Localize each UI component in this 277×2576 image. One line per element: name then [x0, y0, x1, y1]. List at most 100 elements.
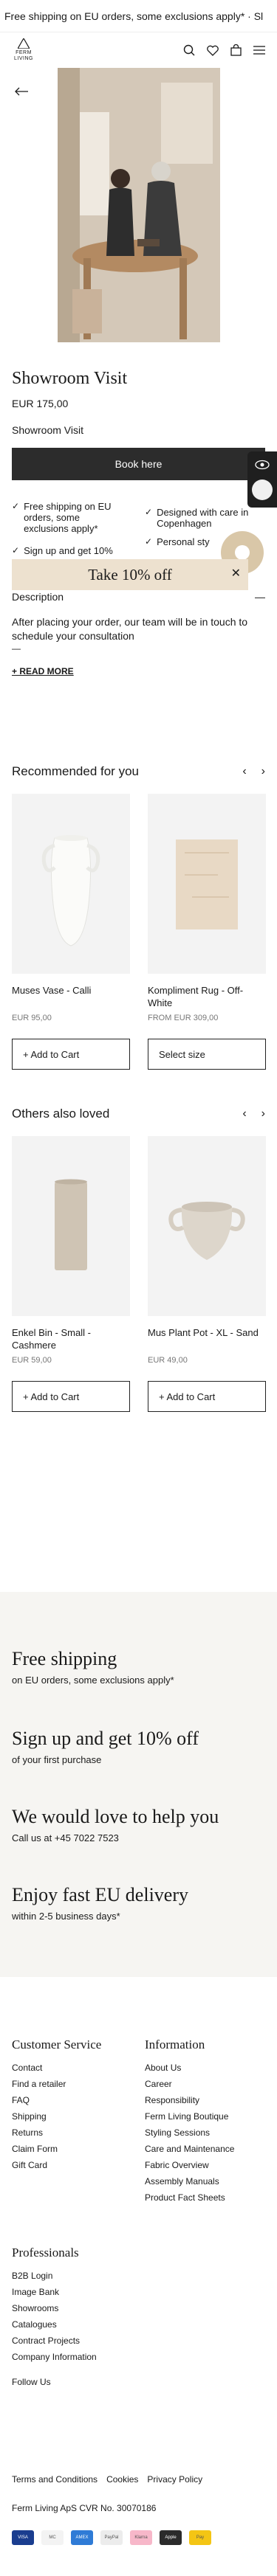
terms-link[interactable]: Terms and Conditions — [12, 2474, 98, 2485]
check-icon: ✓ — [145, 507, 153, 517]
footer-link[interactable]: Showrooms — [12, 2300, 97, 2316]
benefit-item: Sign up and get 10% off of your first pu… — [12, 1728, 199, 1765]
footer-link[interactable]: Catalogues — [12, 2316, 97, 2333]
product-card-price: EUR 95,00 — [12, 1014, 52, 1022]
product-card-price: FROM EUR 309,00 — [148, 1014, 219, 1022]
product-card-name[interactable]: Kompliment Rug - Off-White — [148, 984, 266, 1009]
product-card-price: EUR 59,00 — [12, 1356, 52, 1365]
recommended-section: Recommended for you ‹ › Muses Vase - Cal… — [0, 764, 277, 1070]
product-card[interactable]: Mus Plant Pot - XL - Sand EUR 49,00 + Ad… — [148, 1136, 266, 1412]
next-arrow-icon[interactable]: › — [261, 1107, 265, 1121]
product-card-price: EUR 49,00 — [148, 1356, 188, 1365]
product-variant: Showroom Visit — [12, 424, 84, 436]
product-card[interactable]: Muses Vase - Calli EUR 95,00 + Add to Ca… — [12, 794, 130, 1070]
footer-link[interactable]: Image Bank — [12, 2284, 97, 2300]
book-button[interactable]: Book here — [12, 448, 265, 480]
product-card-image[interactable] — [148, 794, 266, 974]
benefit-title: Free shipping — [12, 1648, 117, 1669]
product-card[interactable]: Enkel Bin - Small - Cashmere EUR 59,00 +… — [12, 1136, 130, 1412]
announcement-bar: Free shipping on EU orders, some exclusi… — [0, 0, 277, 32]
product-image[interactable] — [57, 68, 220, 342]
footer-link[interactable]: B2B Login — [12, 2268, 97, 2284]
site-header: FERM LIVING — [0, 32, 277, 68]
pay-icon: Pay — [189, 2530, 211, 2545]
footer-link[interactable]: Contact — [12, 2060, 101, 2076]
footer-link[interactable]: Product Fact Sheets — [145, 2189, 234, 2206]
footer-professionals: Professionals B2B Login Image Bank Showr… — [12, 2246, 97, 2390]
prev-arrow-icon[interactable]: ‹ — [242, 1107, 246, 1121]
benefit-text[interactable]: Call us at +45 7022 7523 — [12, 1832, 219, 1843]
benefit-item: Free shipping on EU orders, some exclusi… — [12, 1648, 174, 1686]
footer-link[interactable]: Fabric Overview — [145, 2157, 234, 2173]
minus-icon[interactable]: — — [255, 591, 265, 603]
trust-seal-icon — [252, 479, 273, 500]
benefit-text: within 2-5 business days* — [12, 1911, 120, 1922]
menu-icon[interactable] — [253, 46, 265, 55]
feature-item: ✓ Free shipping on EU orders, some exclu… — [12, 501, 123, 534]
product-card-name[interactable]: Mus Plant Pot - XL - Sand — [148, 1326, 266, 1351]
section-title: Recommended for you — [12, 764, 139, 778]
search-icon[interactable] — [183, 44, 195, 56]
rug-image — [176, 839, 238, 929]
product-card-name[interactable]: Enkel Bin - Small - Cashmere — [12, 1326, 130, 1351]
description-label: Description — [12, 591, 64, 603]
footer-customer-service: Customer Service Contact Find a retailer… — [12, 2037, 101, 2173]
product-card[interactable]: Kompliment Rug - Off-White FROM EUR 309,… — [148, 794, 266, 1070]
footer-link[interactable]: Responsibility — [145, 2092, 234, 2108]
feature-text: Personal sty — [157, 536, 210, 547]
footer-link[interactable]: Gift Card — [12, 2157, 101, 2173]
benefit-title: Enjoy fast EU delivery — [12, 1884, 188, 1905]
product-card-image[interactable] — [12, 794, 130, 974]
footer-follow-link[interactable]: Follow Us — [12, 2374, 97, 2390]
accessibility-widget[interactable] — [247, 451, 277, 508]
privacy-link[interactable]: Privacy Policy — [147, 2474, 202, 2485]
product-card-name[interactable]: Muses Vase - Calli — [12, 984, 130, 1009]
footer-link[interactable]: About Us — [145, 2060, 234, 2076]
bag-icon[interactable] — [230, 44, 242, 56]
footer-heading: Information — [145, 2037, 205, 2052]
footer-link[interactable]: Ferm Living Boutique — [145, 2108, 234, 2125]
footer-link[interactable]: Company Information — [12, 2349, 97, 2365]
read-more-link[interactable]: + READ MORE — [12, 666, 74, 676]
arrow-left-icon[interactable] — [15, 87, 28, 96]
footer-link[interactable]: Claim Form — [12, 2141, 101, 2157]
benefit-text: of your first purchase — [12, 1754, 102, 1765]
close-icon[interactable]: ✕ — [231, 568, 241, 580]
mastercard-icon: MC — [41, 2530, 64, 2545]
next-arrow-icon[interactable]: › — [261, 765, 265, 778]
product-price: EUR 175,00 — [12, 398, 69, 409]
select-size-button[interactable]: Select size — [148, 1039, 266, 1070]
footer-heading: Customer Service — [12, 2037, 102, 2052]
plant-pot-image — [168, 1202, 245, 1260]
product-card-image[interactable] — [148, 1136, 266, 1316]
footer-link[interactable]: FAQ — [12, 2092, 101, 2108]
footer-information: Information About Us Career Responsibili… — [145, 2037, 234, 2206]
description-header[interactable]: Description — — [12, 591, 265, 603]
feature-text: Free shipping on EU orders, some exclusi… — [24, 501, 112, 534]
add-to-cart-button[interactable]: + Add to Cart — [12, 1039, 130, 1070]
benefit-item: We would love to help you Call us at +45… — [12, 1806, 219, 1843]
cookies-link[interactable]: Cookies — [106, 2474, 138, 2485]
footer-link[interactable]: Career — [145, 2076, 234, 2092]
add-to-cart-button[interactable]: + Add to Cart — [148, 1381, 266, 1412]
feature-text: Sign up and get 10% — [24, 545, 113, 556]
add-to-cart-button[interactable]: + Add to Cart — [12, 1381, 130, 1412]
company-registration: Ferm Living ApS CVR No. 30070186 — [12, 2503, 157, 2513]
product-card-image[interactable] — [12, 1136, 130, 1316]
prev-arrow-icon[interactable]: ‹ — [242, 765, 246, 778]
promo-banner[interactable]: Take 10% off ✕ — [12, 559, 248, 590]
others-section: Others also loved ‹ › Enkel Bin - Small … — [0, 1107, 277, 1412]
product-gallery — [0, 68, 277, 342]
footer-link[interactable]: Contract Projects — [12, 2333, 97, 2349]
footer-link[interactable]: Care and Maintenance — [145, 2141, 234, 2157]
benefits-section: Free shipping on EU orders, some exclusi… — [0, 1592, 277, 1977]
heart-icon[interactable] — [207, 45, 219, 56]
logo[interactable]: FERM LIVING — [12, 38, 35, 62]
footer-link[interactable]: Find a retailer — [12, 2076, 101, 2092]
footer-link[interactable]: Styling Sessions — [145, 2125, 234, 2141]
product-title: Showroom Visit — [12, 369, 128, 388]
footer-link[interactable]: Assembly Manuals — [145, 2173, 234, 2189]
benefit-item: Enjoy fast EU delivery within 2-5 busine… — [12, 1884, 188, 1922]
footer-link[interactable]: Shipping — [12, 2108, 101, 2125]
footer-link[interactable]: Returns — [12, 2125, 101, 2141]
